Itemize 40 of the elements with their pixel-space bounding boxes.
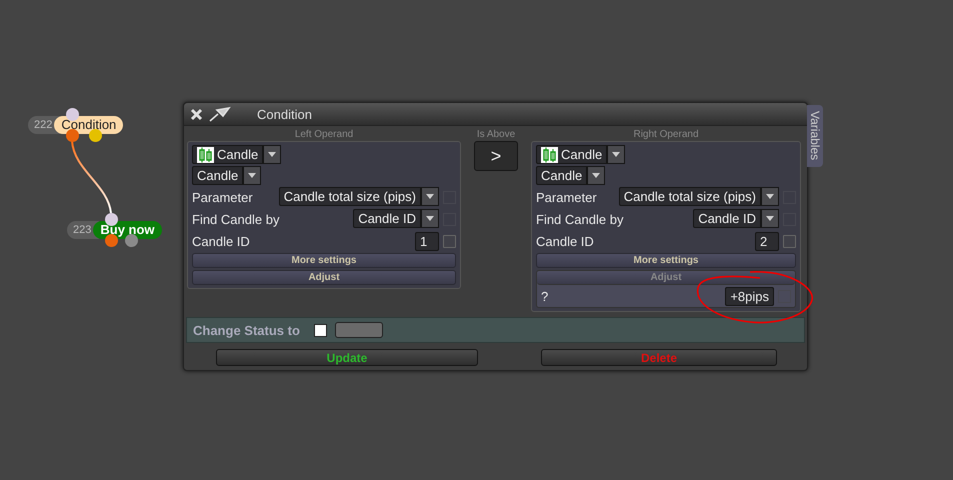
caret-icon bbox=[426, 216, 434, 221]
output-port[interactable] bbox=[66, 129, 79, 142]
field-label: Find Candle by bbox=[192, 212, 280, 226]
caret-icon bbox=[612, 152, 620, 157]
checkbox[interactable] bbox=[443, 234, 456, 248]
input-field[interactable]: 1 bbox=[415, 232, 439, 250]
operator-button[interactable]: > bbox=[474, 141, 518, 171]
color-swatch[interactable] bbox=[334, 322, 383, 338]
field-label: Candle ID bbox=[536, 234, 595, 248]
pin-icon[interactable] bbox=[209, 106, 231, 122]
input-port[interactable] bbox=[105, 213, 118, 226]
checkbox[interactable] bbox=[783, 234, 796, 248]
caret-icon bbox=[268, 152, 276, 157]
input-field[interactable]: 2 bbox=[755, 232, 779, 250]
window-title: Condition bbox=[257, 106, 312, 122]
field-label: Candle ID bbox=[192, 234, 251, 248]
field-label: Find Candle by bbox=[536, 212, 624, 226]
caret-icon bbox=[426, 194, 434, 199]
caret-icon bbox=[592, 173, 600, 178]
caret-icon bbox=[248, 173, 256, 178]
panel-heading: Right Operand bbox=[632, 129, 700, 141]
caret-icon bbox=[766, 194, 774, 199]
candlestick-icon bbox=[197, 146, 214, 162]
output-port[interactable] bbox=[89, 129, 102, 142]
close-icon[interactable] bbox=[190, 108, 203, 120]
status-checkbox[interactable] bbox=[314, 324, 327, 336]
candlestick-icon bbox=[541, 146, 558, 162]
caret-icon bbox=[766, 216, 774, 221]
adjust-bar[interactable]: Adjust bbox=[192, 270, 456, 285]
variables-tab[interactable]: Variables bbox=[807, 105, 823, 167]
update-button[interactable]: Update bbox=[216, 349, 478, 366]
field-label: Parameter bbox=[536, 190, 598, 204]
field-label: ? bbox=[541, 288, 550, 304]
operator-heading: Is Above bbox=[476, 129, 516, 141]
more-settings-bar[interactable]: More settings bbox=[192, 253, 456, 268]
more-settings-bar[interactable]: More settings bbox=[536, 253, 796, 268]
input-port[interactable] bbox=[66, 108, 79, 121]
status-label: Change Status to bbox=[193, 322, 300, 338]
field-label: Parameter bbox=[192, 190, 254, 204]
panel-heading: Left Operand bbox=[294, 129, 354, 141]
